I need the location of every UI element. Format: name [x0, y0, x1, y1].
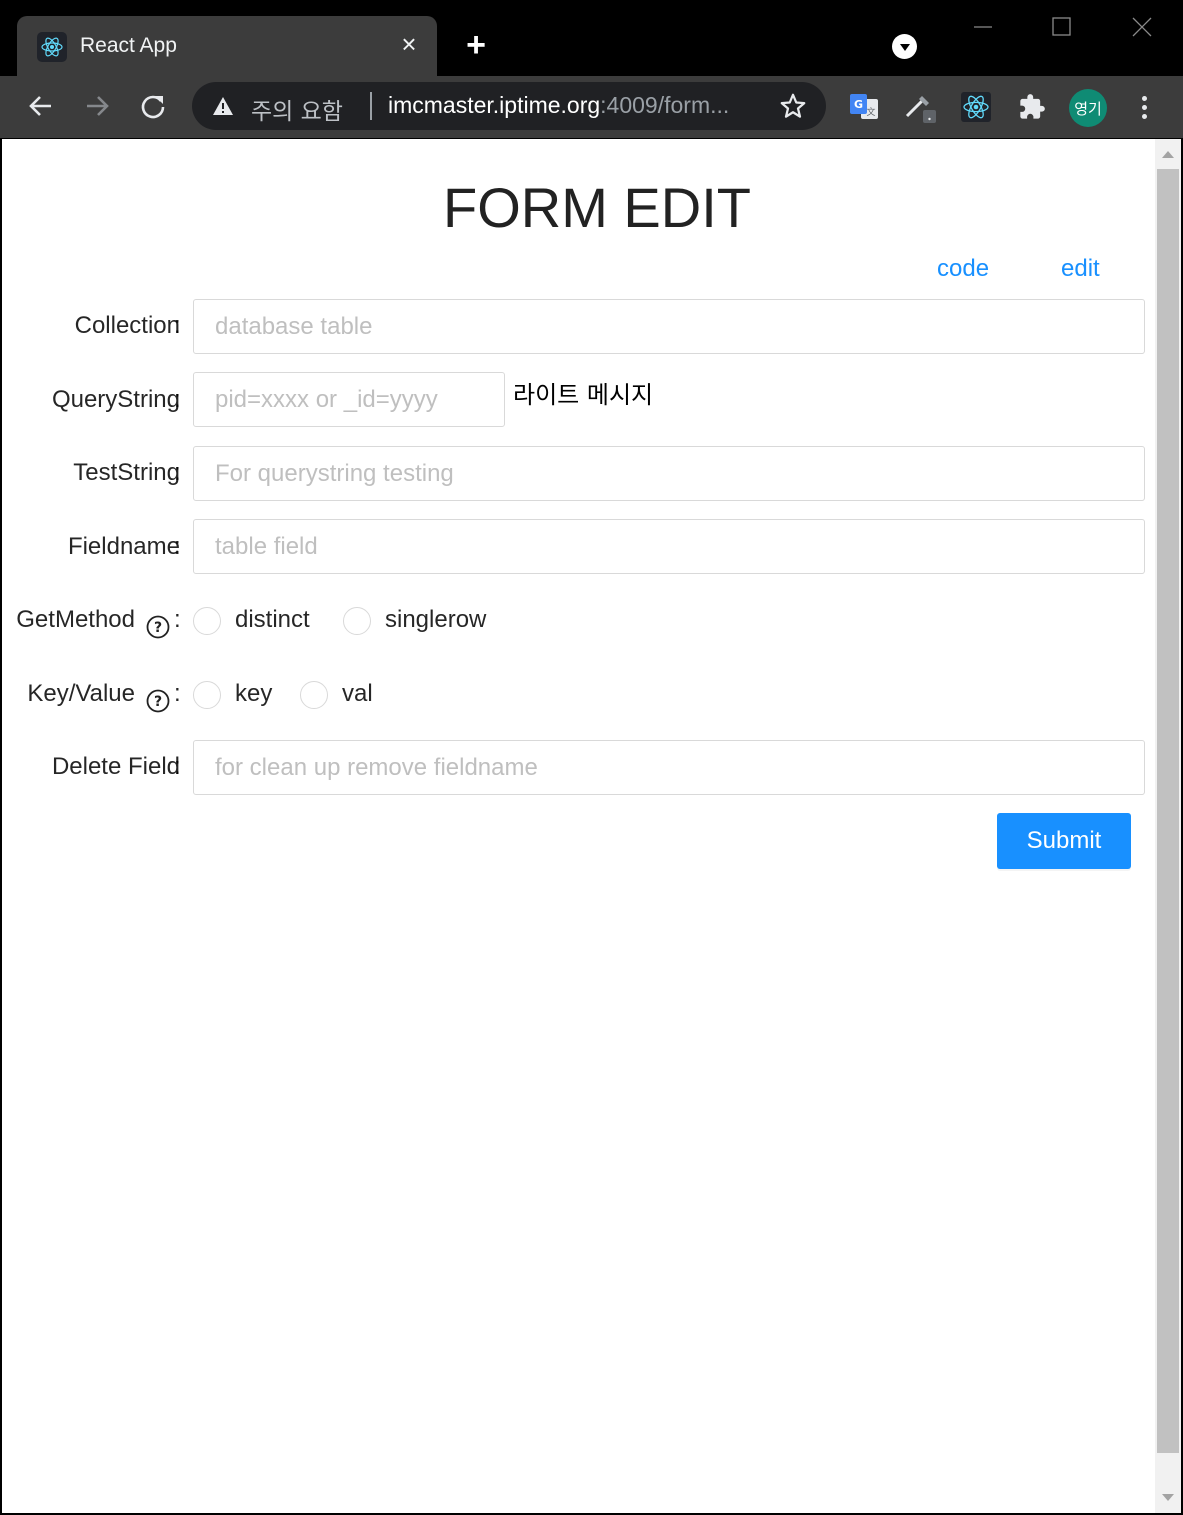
deletefield-label: Delete Field	[51, 753, 180, 780]
svg-text:?: ?	[154, 694, 162, 710]
getmethod-help-icon[interactable]: ?	[146, 615, 170, 639]
querystring-input[interactable]: pid=xxxx or _id=yyyy	[193, 372, 505, 427]
radio-label-singlerow[interactable]: singlerow	[385, 606, 486, 634]
collection-label: Collection	[74, 312, 180, 339]
radio-distinct[interactable]	[193, 607, 221, 635]
react-devtools-icon[interactable]	[959, 90, 993, 124]
browser-toolbar: 주의 요함 imcmaster.iptime.org:4009/form... …	[0, 76, 1183, 138]
teststring-input[interactable]: For querystring testing	[193, 446, 1145, 501]
security-warning-text[interactable]: 주의 요함	[251, 92, 343, 126]
window-close-icon[interactable]	[1125, 12, 1159, 42]
google-translate-icon[interactable]: G 文	[847, 90, 881, 124]
getmethod-colon: :	[174, 606, 181, 633]
submit-button[interactable]: Submit	[997, 813, 1131, 869]
radio-label-val[interactable]: val	[342, 680, 373, 708]
tab-search-icon[interactable]	[892, 34, 917, 59]
bookmark-star-icon[interactable]	[778, 91, 808, 121]
minimize-icon[interactable]	[966, 12, 1000, 42]
svg-text:G: G	[854, 98, 863, 111]
warning-icon[interactable]	[212, 96, 234, 116]
page-viewport: FORM EDIT code edit Collection : databas…	[2, 139, 1155, 1513]
fieldname-colon: :	[174, 533, 181, 560]
back-arrow-icon[interactable]	[25, 90, 57, 122]
querystring-label: QueryString	[51, 386, 180, 413]
querystring-message: 라이트 메시지	[513, 381, 654, 409]
radio-label-distinct[interactable]: distinct	[235, 606, 310, 634]
reload-icon[interactable]	[137, 90, 169, 122]
address-bar[interactable]: 주의 요함 imcmaster.iptime.org:4009/form...	[192, 82, 826, 130]
keyvalue-help-icon[interactable]: ?	[146, 689, 170, 713]
fieldname-label: Fieldname	[67, 533, 180, 560]
querystring-colon: :	[174, 386, 181, 413]
keyvalue-colon: :	[174, 680, 181, 707]
keyvalue-label: Key/Value	[27, 680, 135, 707]
tab-title: React App	[80, 34, 177, 57]
forward-arrow-icon[interactable]	[81, 90, 113, 122]
svg-text:文: 文	[866, 106, 875, 118]
radio-key[interactable]	[193, 681, 221, 709]
browser-titlebar: React App × +	[0, 0, 1183, 76]
scroll-down-arrow-icon[interactable]	[1162, 1494, 1174, 1501]
tab-close-icon[interactable]: ×	[395, 30, 423, 58]
scroll-thumb[interactable]	[1157, 169, 1179, 1453]
maximize-icon[interactable]	[1045, 12, 1079, 42]
edit-link[interactable]: edit	[1061, 255, 1100, 283]
address-separator	[370, 92, 372, 120]
deletefield-input[interactable]: for clean up remove fieldname	[193, 740, 1145, 795]
page-scrollbar[interactable]	[1155, 139, 1181, 1513]
profile-avatar[interactable]: 영기	[1069, 89, 1107, 127]
radio-val[interactable]	[300, 681, 328, 709]
url-host: imcmaster.iptime.org	[388, 92, 601, 118]
deletefield-colon: :	[174, 753, 181, 780]
menu-kebab-icon[interactable]	[1130, 90, 1158, 124]
url-path: :4009/form...	[600, 92, 730, 118]
radio-label-key[interactable]: key	[235, 680, 272, 708]
collection-colon: :	[174, 312, 181, 339]
browser-tab[interactable]: React App ×	[17, 16, 437, 76]
eyedropper-extension-icon[interactable]	[903, 90, 937, 124]
url-text[interactable]: imcmaster.iptime.org:4009/form...	[388, 92, 729, 119]
teststring-colon: :	[174, 459, 181, 486]
extensions-puzzle-icon[interactable]	[1015, 90, 1049, 124]
radio-singlerow[interactable]	[343, 607, 371, 635]
getmethod-label: GetMethod	[16, 606, 135, 633]
code-link[interactable]: code	[937, 255, 989, 283]
teststring-label: TestString	[73, 459, 180, 486]
fieldname-input[interactable]: table field	[193, 519, 1145, 574]
scroll-up-arrow-icon[interactable]	[1162, 151, 1174, 158]
collection-input[interactable]: database table	[193, 299, 1145, 354]
svg-text:?: ?	[154, 620, 162, 636]
react-logo-icon	[37, 32, 67, 62]
page-title: FORM EDIT	[443, 176, 751, 239]
new-tab-button[interactable]: +	[458, 28, 494, 62]
